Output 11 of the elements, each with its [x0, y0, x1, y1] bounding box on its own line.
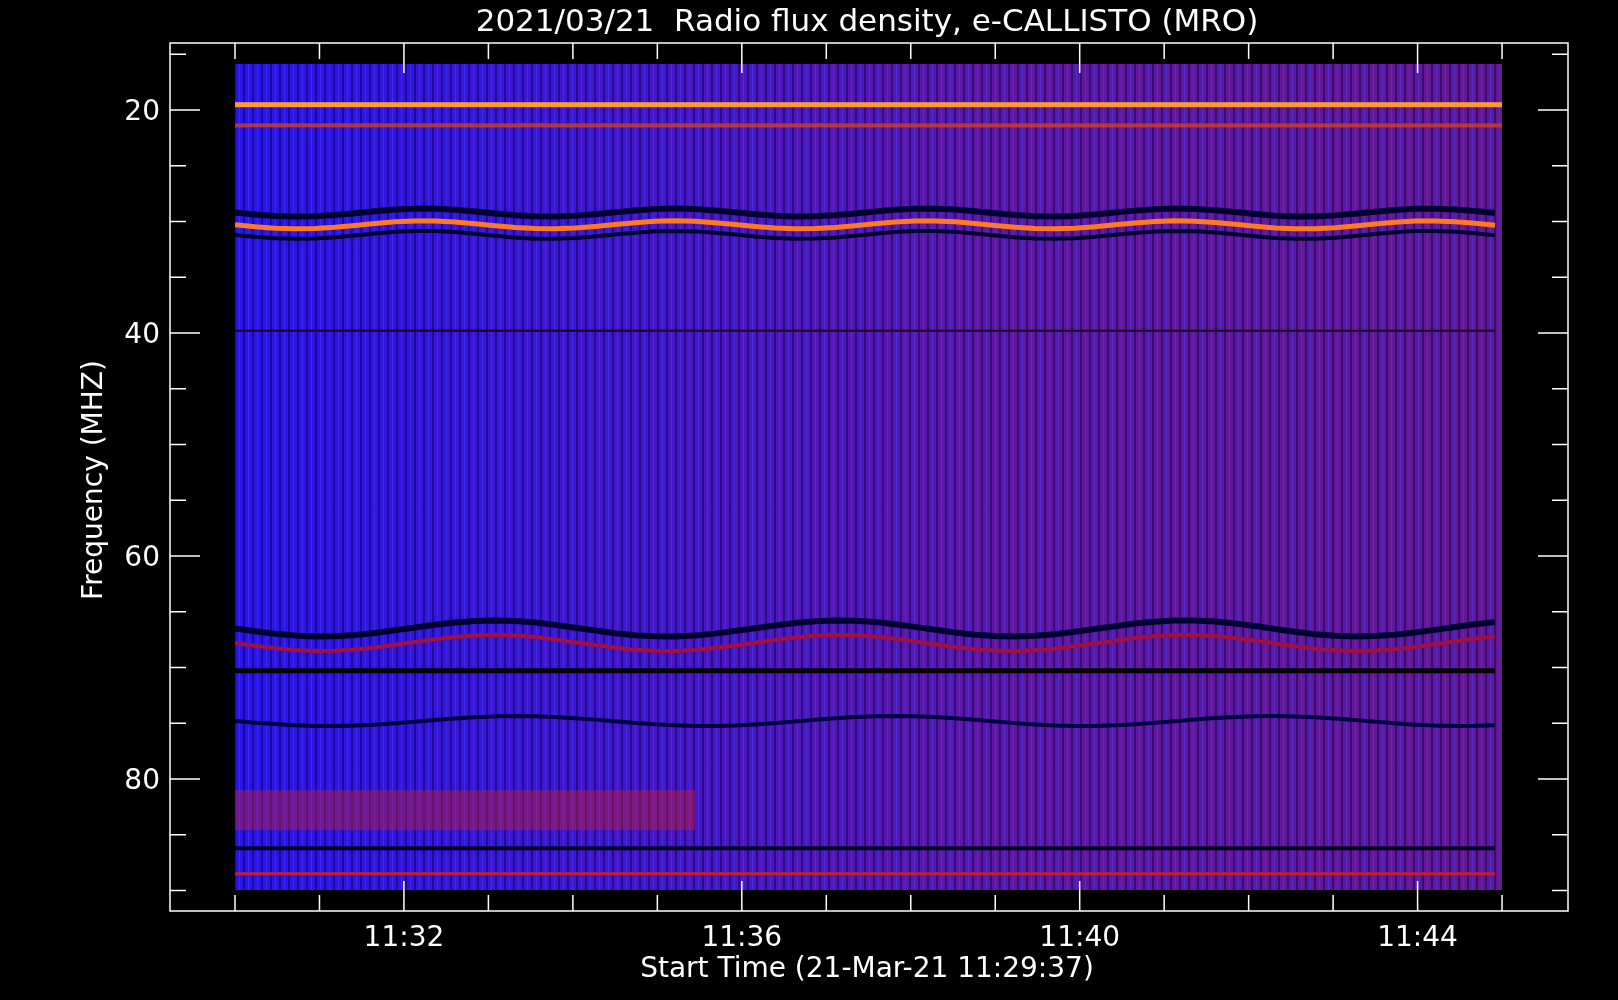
y-axis-title: Frequency (MHZ)	[76, 360, 109, 600]
y-tick-label: 60	[124, 540, 160, 573]
x-tick-label: 11:32	[363, 920, 445, 953]
x-tick-label: 11:40	[1039, 920, 1121, 953]
chart-title: 2021/03/21 Radio flux density, e-CALLISTO (MRO)	[475, 2, 1259, 38]
x-axis-title: Start Time (21-Mar-21 11:29:37)	[640, 951, 1094, 984]
x-tick-label: 11:36	[701, 920, 783, 953]
y-tick-label: 40	[124, 317, 160, 350]
x-tick-label: 11:44	[1377, 920, 1458, 953]
y-tick-label: 80	[124, 763, 160, 796]
y-tick-label: 20	[124, 94, 160, 127]
